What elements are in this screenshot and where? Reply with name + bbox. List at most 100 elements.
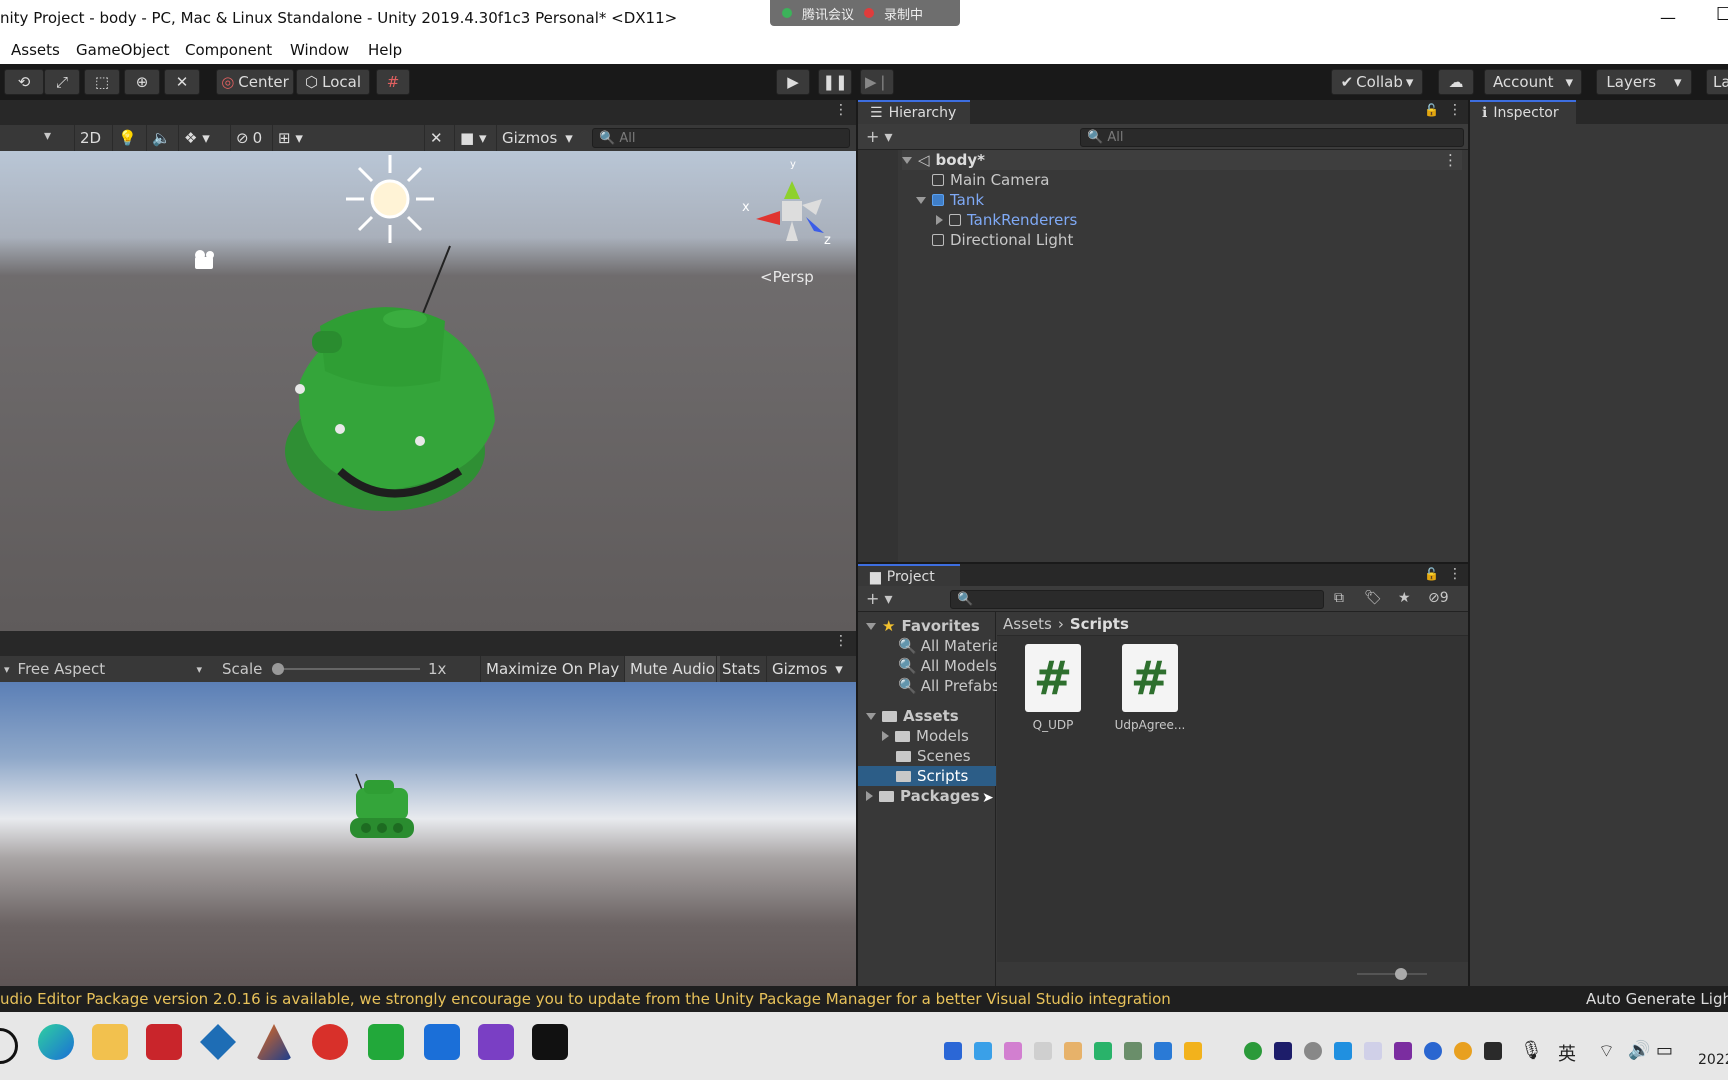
tray-icon[interactable] bbox=[974, 1042, 992, 1060]
scene-gizmos-button[interactable]: Gizmos ▾ bbox=[496, 125, 578, 151]
menu-component[interactable]: Component bbox=[185, 41, 272, 59]
hierarchy-search-input[interactable]: 🔍 All bbox=[1080, 128, 1464, 147]
more-icon[interactable]: ⋮ bbox=[1448, 102, 1462, 118]
nvidia-icon[interactable] bbox=[1484, 1042, 1502, 1060]
favorites-row[interactable]: ★ Favorites bbox=[866, 616, 980, 636]
scene-search-input[interactable]: 🔍 All bbox=[592, 128, 850, 148]
more-icon[interactable]: ⋮ bbox=[1443, 151, 1458, 169]
pivot-center-button[interactable]: ◎ Center bbox=[216, 69, 294, 95]
unity-icon[interactable] bbox=[532, 1024, 568, 1060]
folder-item-scenes[interactable]: Scenes bbox=[896, 746, 971, 766]
battery-icon[interactable]: ▭ bbox=[1656, 1040, 1673, 1061]
maximize-icon[interactable]: ☐ bbox=[1716, 4, 1728, 25]
hidden-objects-toggle[interactable]: ⊘ 0 bbox=[230, 125, 267, 151]
favorite-item[interactable]: 🔍 All Materia bbox=[898, 636, 1001, 656]
tab-hierarchy[interactable]: ☰ Hierarchy bbox=[858, 100, 970, 124]
tray-icon[interactable] bbox=[1244, 1042, 1262, 1060]
lock-icon[interactable] bbox=[1274, 1042, 1292, 1060]
menu-help[interactable]: Help bbox=[368, 41, 402, 59]
tab-inspector[interactable]: ℹ Inspector bbox=[1470, 100, 1576, 124]
account-button[interactable]: Account ▾ bbox=[1484, 69, 1582, 95]
mute-audio-button[interactable]: Mute Audio bbox=[624, 656, 720, 682]
chevron-down-icon[interactable]: ▾ bbox=[44, 128, 51, 144]
microphone-icon[interactable]: 🎙 bbox=[1520, 1040, 1543, 1061]
tray-icon[interactable] bbox=[944, 1042, 962, 1060]
meeting-indicator[interactable]: 腾讯会议 录制中 bbox=[770, 0, 960, 26]
file-explorer-icon[interactable] bbox=[92, 1024, 128, 1060]
status-bar[interactable]: udio Editor Package version 2.0.16 is av… bbox=[0, 986, 1728, 1012]
onenote-icon[interactable] bbox=[1394, 1042, 1412, 1060]
lighting-icon[interactable]: 💡 bbox=[112, 125, 142, 151]
tray-icon[interactable] bbox=[1184, 1042, 1202, 1060]
tray-icon[interactable] bbox=[1124, 1042, 1142, 1060]
tray-icon[interactable] bbox=[1454, 1042, 1472, 1060]
icon-size-slider[interactable] bbox=[1357, 968, 1427, 980]
minimize-icon[interactable]: — bbox=[1660, 8, 1676, 27]
visual-studio-icon[interactable] bbox=[478, 1024, 514, 1060]
search-icon[interactable] bbox=[0, 1028, 18, 1064]
clock[interactable]: 2022 bbox=[1698, 1052, 1728, 1068]
qt-creator-icon[interactable] bbox=[368, 1024, 404, 1060]
lock-icon[interactable]: 🔓 bbox=[1424, 103, 1439, 117]
edge-icon[interactable] bbox=[38, 1024, 74, 1060]
pause-button[interactable]: ❚❚ bbox=[818, 69, 852, 95]
hidden-packages-toggle[interactable]: ⊘9 bbox=[1428, 590, 1449, 606]
cloud-icon[interactable]: ☁ bbox=[1438, 69, 1474, 95]
lock-icon[interactable]: 🔓 bbox=[1424, 567, 1439, 581]
asset-file[interactable]: # UdpAgree... bbox=[1105, 644, 1195, 734]
tray-icon[interactable] bbox=[1364, 1042, 1382, 1060]
folder-item-scripts[interactable]: Scripts bbox=[858, 766, 996, 786]
add-icon[interactable]: + ▾ bbox=[866, 589, 893, 608]
breadcrumb-assets[interactable]: Assets bbox=[1003, 615, 1052, 633]
assets-row[interactable]: Assets bbox=[866, 706, 959, 726]
add-icon[interactable]: + ▾ bbox=[866, 127, 893, 146]
more-icon[interactable]: ⋮ bbox=[1448, 566, 1462, 582]
rect-tool-icon[interactable]: ⬚ bbox=[84, 69, 120, 95]
aspect-dropdown[interactable]: ▾ Free Aspect ▾ bbox=[0, 656, 210, 682]
menu-gameobject[interactable]: GameObject bbox=[76, 41, 170, 59]
maximize-on-play-button[interactable]: Maximize On Play bbox=[480, 656, 624, 682]
more-icon[interactable]: ⋮ bbox=[834, 102, 848, 118]
game-viewport[interactable] bbox=[0, 682, 856, 986]
project-search-input[interactable]: 🔍 bbox=[950, 590, 1324, 609]
filter-type-icon[interactable]: ⧉ bbox=[1334, 590, 1344, 606]
icon-size-slider-thumb[interactable] bbox=[1395, 968, 1407, 980]
layers-button[interactable]: Layers ▾ bbox=[1596, 69, 1692, 95]
bluetooth-icon[interactable] bbox=[1424, 1042, 1442, 1060]
shield-icon[interactable] bbox=[1154, 1042, 1172, 1060]
tools-icon[interactable]: ✕ bbox=[424, 125, 448, 151]
transform-tool-icon[interactable]: ⊕ bbox=[124, 69, 160, 95]
ime-indicator[interactable]: 英 bbox=[1558, 1040, 1576, 1066]
hierarchy-item-tankrenderers[interactable]: TankRenderers bbox=[936, 210, 1077, 230]
snap-icon[interactable]: # bbox=[376, 69, 410, 95]
step-button[interactable]: ▶❘ bbox=[860, 69, 894, 95]
packages-row[interactable]: Packages bbox=[866, 786, 980, 806]
scale-tool-icon[interactable]: ⤢ bbox=[44, 69, 80, 95]
persp-toggle[interactable]: <Persp bbox=[760, 268, 814, 286]
toggle-2d-button[interactable]: 2D bbox=[74, 125, 106, 151]
hierarchy-item-tank[interactable]: Tank bbox=[916, 190, 984, 210]
pivot-local-button[interactable]: ⬡ Local bbox=[296, 69, 370, 95]
more-icon[interactable]: ⋮ bbox=[834, 633, 848, 649]
hierarchy-item-directional-light[interactable]: Directional Light bbox=[932, 230, 1073, 250]
solidworks-icon[interactable] bbox=[146, 1024, 182, 1060]
tab-project[interactable]: ▆ Project bbox=[858, 564, 960, 588]
folder-item-models[interactable]: Models bbox=[882, 726, 969, 746]
tray-icon[interactable] bbox=[1034, 1042, 1052, 1060]
menu-assets[interactable]: Assets bbox=[11, 41, 60, 59]
app-icon[interactable] bbox=[312, 1024, 348, 1060]
layout-button[interactable]: La bbox=[1706, 69, 1728, 95]
custom-tool-icon[interactable]: ✕ bbox=[164, 69, 200, 95]
play-button[interactable]: ▶ bbox=[776, 69, 810, 95]
collab-button[interactable]: ✔ Collab ▾ bbox=[1331, 69, 1423, 95]
favorite-item[interactable]: 🔍 All Prefabs bbox=[898, 676, 1000, 696]
app-icon[interactable] bbox=[200, 1024, 236, 1060]
breadcrumb-scripts[interactable]: Scripts bbox=[1070, 615, 1129, 633]
star-icon[interactable]: ★ bbox=[1398, 590, 1411, 606]
label-icon[interactable]: 🏷 bbox=[1364, 590, 1382, 606]
game-gizmos-button[interactable]: Gizmos ▾ bbox=[766, 656, 848, 682]
wifi-icon[interactable]: ⌔ bbox=[1598, 1040, 1615, 1063]
favorite-item[interactable]: 🔍 All Models bbox=[898, 656, 997, 676]
scene-viewport[interactable]: x y z <Persp bbox=[0, 151, 856, 631]
asset-file[interactable]: # Q_UDP bbox=[1021, 644, 1085, 734]
